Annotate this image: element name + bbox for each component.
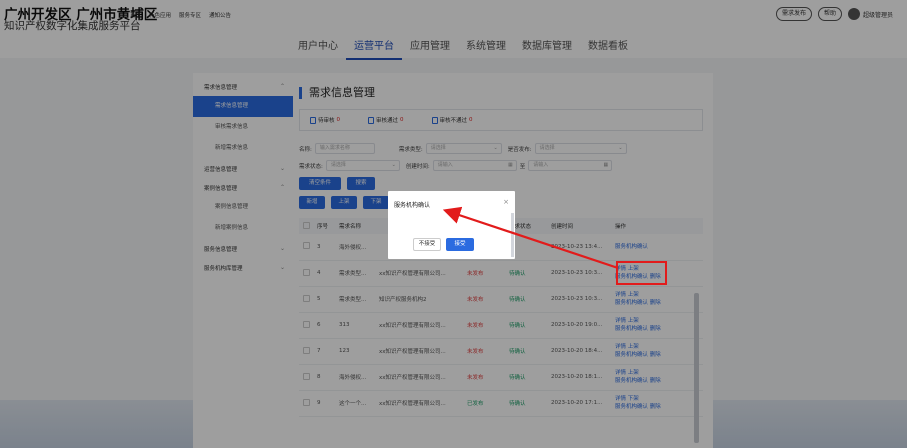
close-icon[interactable]: × xyxy=(503,198,509,206)
agency-confirm-dialog: 服务机构确认 × 不接受 接受 xyxy=(388,191,515,259)
dialog-scrollbar[interactable] xyxy=(511,213,514,257)
annotation-highlight-box xyxy=(616,261,667,285)
dialog-title: 服务机构确认 xyxy=(394,202,431,209)
reject-button[interactable]: 不接受 xyxy=(413,238,441,251)
accept-button[interactable]: 接受 xyxy=(446,238,474,251)
